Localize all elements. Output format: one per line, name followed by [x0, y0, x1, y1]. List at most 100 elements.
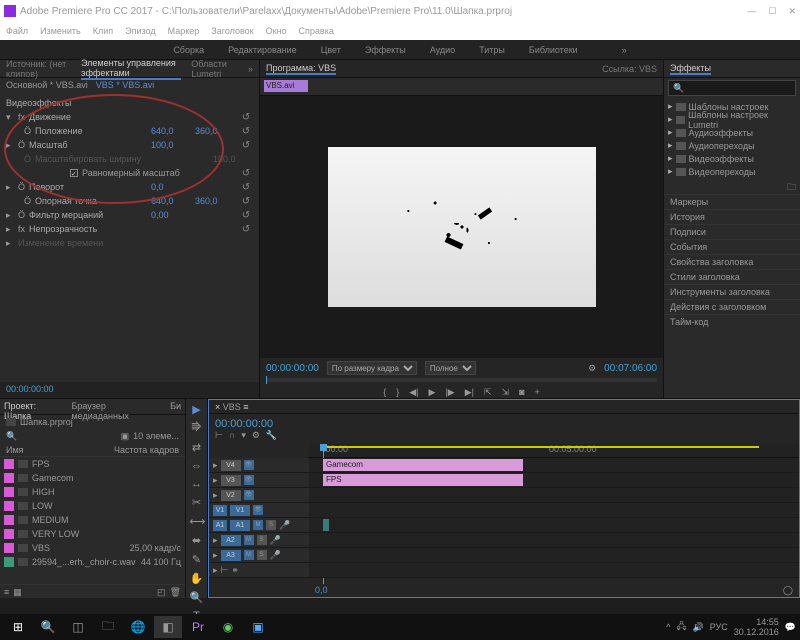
- start-button[interactable]: ⊞: [4, 616, 32, 638]
- track-select-tool-icon[interactable]: ⭆: [190, 422, 204, 435]
- menu-file[interactable]: Файл: [6, 26, 28, 36]
- reset-icon[interactable]: ↺: [239, 112, 253, 123]
- tab-lumetri[interactable]: Области Lumetri: [191, 59, 238, 79]
- rate-stretch-tool-icon[interactable]: ↔: [190, 478, 204, 490]
- menu-marker[interactable]: Маркер: [168, 26, 200, 36]
- reset-icon[interactable]: ↺: [239, 126, 253, 137]
- zoom-tool-icon[interactable]: 🔍: [190, 591, 204, 604]
- add-button-icon[interactable]: +: [535, 387, 540, 397]
- next-frame-icon[interactable]: ▶|: [465, 387, 474, 398]
- tab-effects-panel[interactable]: Эффекты: [670, 63, 711, 75]
- step-fwd-icon[interactable]: |▶: [445, 387, 454, 398]
- slip-tool-icon[interactable]: ⟷: [190, 515, 204, 528]
- effects-search[interactable]: 🔍: [668, 80, 796, 96]
- source-timecode[interactable]: 00:00:00:00: [0, 382, 259, 398]
- program-timecode-in[interactable]: 00:00:00:00: [266, 363, 319, 374]
- col-name[interactable]: Имя: [6, 445, 114, 454]
- resolution-select[interactable]: Полное: [425, 361, 476, 375]
- reset-icon[interactable]: ↺: [239, 182, 253, 193]
- mark-out-icon[interactable]: }: [396, 387, 399, 397]
- voice-icon[interactable]: 🎤: [270, 535, 281, 546]
- zoom-select[interactable]: По размеру кадра: [327, 361, 417, 375]
- maximize-button[interactable]: ☐: [768, 6, 776, 17]
- ripple-tool-icon[interactable]: ⇄: [190, 441, 204, 454]
- tray-lang[interactable]: РУС: [710, 622, 728, 632]
- scroll-thumb[interactable]: ◯: [783, 585, 793, 596]
- project-item[interactable]: VBS25,00 кадр/с: [0, 541, 185, 555]
- toggle-output-icon[interactable]: 👁: [244, 460, 254, 470]
- hand-tool-icon[interactable]: ✋: [190, 572, 204, 585]
- panel-history[interactable]: История: [664, 209, 800, 224]
- tray-volume-icon[interactable]: 🔊: [692, 622, 703, 633]
- app-icon[interactable]: ◉: [214, 616, 242, 638]
- uniform-scale-checkbox[interactable]: [70, 169, 78, 177]
- panel-timecode[interactable]: Тайм-код: [664, 314, 800, 329]
- lift-icon[interactable]: ⇱: [484, 387, 492, 398]
- project-item[interactable]: FPS: [0, 457, 185, 471]
- solo-icon[interactable]: S: [257, 550, 267, 560]
- anchor-x[interactable]: 640,0: [151, 196, 191, 206]
- master-track[interactable]: ⊢: [221, 565, 229, 576]
- track-a3[interactable]: A3: [221, 550, 241, 561]
- time-ruler[interactable]: :00:00 00:05:00:00: [309, 444, 799, 458]
- ws-audio[interactable]: Аудио: [430, 45, 455, 55]
- slide-tool-icon[interactable]: ⬌: [190, 534, 204, 547]
- timeline-timecode[interactable]: 00:00:00:00: [215, 418, 277, 430]
- settings-icon[interactable]: ⚙: [588, 363, 596, 374]
- explorer-icon[interactable]: 🗀: [94, 616, 122, 638]
- reference-link[interactable]: Ссылка: VBS: [602, 64, 657, 74]
- pen-tool-icon[interactable]: ✎: [190, 553, 204, 566]
- rolling-tool-icon[interactable]: ⇔: [190, 460, 204, 472]
- trash-icon[interactable]: 🗑: [170, 587, 181, 596]
- solo-icon[interactable]: S: [257, 535, 267, 545]
- scale-value[interactable]: 100,0: [151, 140, 191, 150]
- ws-assembly[interactable]: Сборка: [173, 45, 204, 55]
- project-item[interactable]: 29594_...erh._choir-c.wav44 100 Гц: [0, 555, 185, 569]
- position-x[interactable]: 640,0: [151, 126, 191, 136]
- track-a1[interactable]: A1: [230, 520, 250, 531]
- track-v3[interactable]: V3: [221, 475, 241, 486]
- reset-icon[interactable]: ↺: [239, 210, 253, 221]
- rotation-value[interactable]: 0,0: [151, 182, 191, 192]
- toggle-output-icon[interactable]: 👁: [244, 475, 254, 485]
- project-item[interactable]: VERY LOW: [0, 527, 185, 541]
- toggle-output-icon[interactable]: 👁: [244, 490, 254, 500]
- tab-media-browser[interactable]: Браузер медиаданных: [71, 401, 162, 412]
- mark-in-icon[interactable]: {: [383, 387, 386, 397]
- tab-project[interactable]: Проект: Шапка: [4, 401, 63, 412]
- export-frame-icon[interactable]: ◙: [519, 387, 524, 397]
- close-button[interactable]: ✕: [788, 6, 796, 17]
- link-icon[interactable]: ∩: [229, 430, 235, 441]
- flicker-value[interactable]: 0,00: [151, 210, 191, 220]
- menu-sequence[interactable]: Эпизод: [125, 26, 155, 36]
- ws-titles[interactable]: Титры: [479, 45, 505, 55]
- selection-tool-icon[interactable]: ▶: [190, 403, 204, 416]
- marker-icon[interactable]: ▾: [241, 430, 246, 441]
- toggle-output-icon[interactable]: 👁: [253, 505, 263, 515]
- mini-clip[interactable]: VBS.avi: [264, 80, 308, 92]
- zoom-level[interactable]: 0,0: [315, 585, 328, 595]
- notifications-icon[interactable]: 💬: [785, 622, 796, 633]
- solo-icon[interactable]: S: [266, 520, 276, 530]
- list-view-icon[interactable]: ≡: [4, 587, 9, 596]
- project-item[interactable]: LOW: [0, 499, 185, 513]
- program-monitor[interactable]: [260, 96, 663, 358]
- panel-title-props[interactable]: Свойства заголовка: [664, 254, 800, 269]
- task-view-icon[interactable]: ◫: [64, 616, 92, 638]
- audio-clip[interactable]: [323, 519, 329, 531]
- extract-icon[interactable]: ⇲: [502, 387, 510, 398]
- reset-icon[interactable]: ↺: [239, 140, 253, 151]
- link-icon[interactable]: ⚭: [231, 565, 239, 576]
- mute-icon[interactable]: M: [253, 520, 263, 530]
- search-icon[interactable]: 🔍: [6, 431, 17, 442]
- sequence-clip-link[interactable]: VBS * VBS.avi: [96, 80, 155, 92]
- new-item-icon[interactable]: ◰: [157, 587, 166, 596]
- menu-window[interactable]: Окно: [266, 26, 287, 36]
- opacity-effect[interactable]: Непрозрачность: [29, 224, 235, 234]
- track-v2[interactable]: V2: [221, 490, 241, 501]
- tray-up-icon[interactable]: ^: [666, 622, 670, 632]
- track-a2[interactable]: A2: [221, 535, 241, 546]
- panel-markers[interactable]: Маркеры: [664, 194, 800, 209]
- reset-icon[interactable]: ↺: [239, 196, 253, 207]
- menu-title[interactable]: Заголовок: [211, 26, 253, 36]
